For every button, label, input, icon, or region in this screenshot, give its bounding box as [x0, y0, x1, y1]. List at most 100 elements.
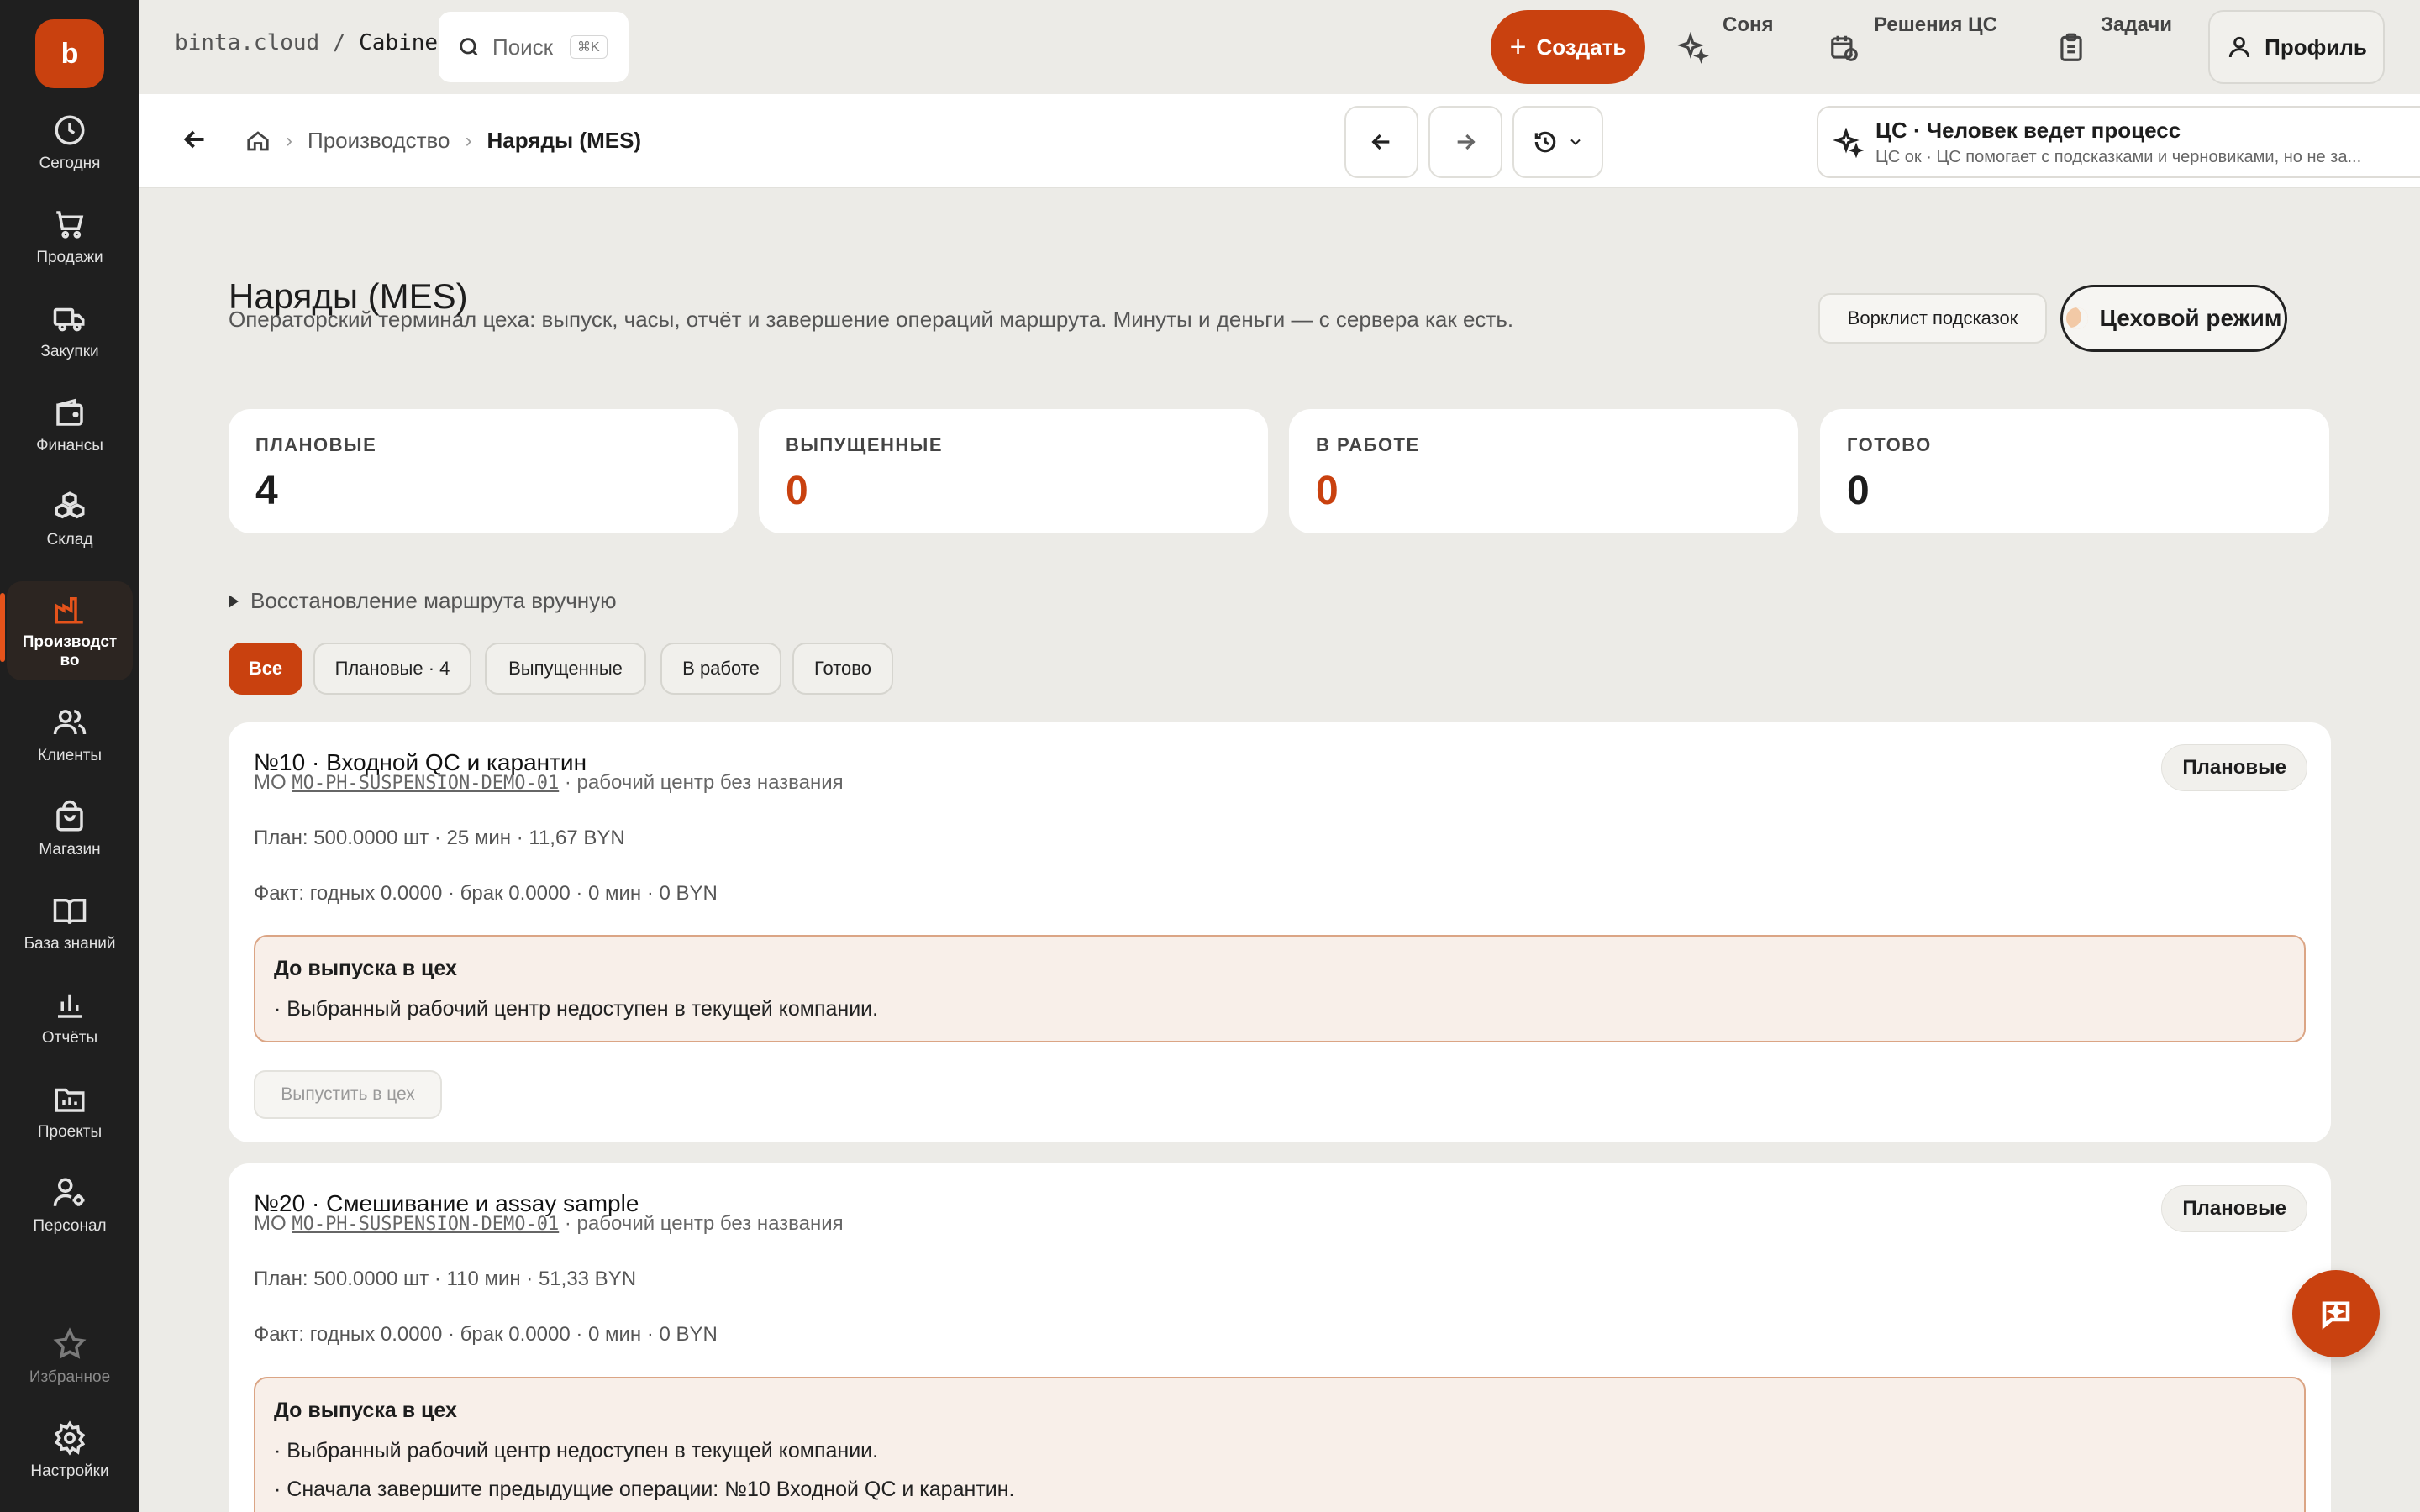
sidebar-item-favorites[interactable]: Избранное: [7, 1310, 133, 1403]
sidebar-item-today[interactable]: Сегодня: [7, 97, 133, 189]
sidebar-item-shop[interactable]: Магазин: [7, 783, 133, 875]
chat-sparkle-icon: [2322, 1301, 2350, 1330]
history-forward-button[interactable]: [1428, 106, 1502, 178]
chevron-down-icon: [1570, 139, 1581, 145]
sidebar-item-reports[interactable]: Отчёты: [7, 971, 133, 1063]
shop-mode-button[interactable]: Цеховой режим: [2060, 285, 2287, 352]
home-icon[interactable]: [245, 129, 271, 154]
shop-mode-label: Цеховой режим: [2099, 305, 2282, 331]
sidebar-item-label: Продажи: [36, 249, 103, 266]
history-back-button[interactable]: [1344, 106, 1418, 178]
stat-label: В РАБОТЕ: [1316, 434, 1420, 455]
breadcrumb-production[interactable]: Производство: [308, 128, 450, 154]
cs-decisions-link[interactable]: Решения ЦС: [1828, 10, 2030, 84]
sidebar-item-label: База знаний: [24, 935, 116, 953]
boxes-icon: [55, 491, 85, 519]
page-description: Операторский терминал цеха: выпуск, часы…: [229, 307, 1514, 332]
sidebar: b Сегодня Продажи Закупки Финансы Склад …: [0, 0, 139, 1512]
filter-done[interactable]: Готово: [792, 643, 893, 695]
stat-value: 0: [786, 469, 808, 513]
stat-value: 0: [1316, 469, 1339, 513]
book-icon: [53, 899, 87, 925]
filter-released[interactable]: Выпущенные: [485, 643, 646, 695]
route-restore-toggle[interactable]: Восстановление маршрута вручную: [229, 588, 617, 614]
work-order-mo: МО MO-PH-SUSPENSION-DEMO-01 · рабочий це…: [254, 771, 844, 794]
bar-chart-icon: [58, 994, 82, 1018]
sidebar-item-label: Закупки: [40, 343, 99, 360]
wallet-icon: [56, 398, 83, 426]
sidebar-item-knowledge[interactable]: База знаний: [7, 877, 133, 969]
search-icon: [460, 38, 478, 56]
arrow-right-icon: [1457, 134, 1476, 150]
chat-assistant-button[interactable]: [2292, 1270, 2380, 1357]
search-shortcut: ⌘K: [570, 35, 608, 59]
work-order-card: №20 · Смешивание и assay sample МО MO-PH…: [229, 1163, 2331, 1512]
status-badge: Плановые: [2161, 744, 2307, 791]
sonya-link[interactable]: Соня: [1677, 10, 1803, 84]
stat-value: 0: [1847, 469, 1870, 513]
mo-link[interactable]: MO-PH-SUSPENSION-DEMO-01: [292, 773, 559, 794]
sidebar-item-warehouse[interactable]: Склад: [7, 473, 133, 565]
user-gear-icon: [53, 1178, 85, 1206]
warning-title: До выпуска в цех: [274, 957, 457, 980]
workspace-separator: /: [319, 30, 360, 55]
sidebar-item-production[interactable]: Производст во: [0, 581, 133, 680]
workspace-name: Cabinet: [359, 30, 451, 55]
profile-label: Профиль: [2265, 34, 2367, 60]
back-button[interactable]: [180, 124, 213, 158]
tasks-label: Задачи: [2101, 13, 2173, 36]
factory-icon: [55, 597, 83, 624]
history-icon: [1534, 131, 1556, 153]
filter-all[interactable]: Все: [229, 643, 302, 695]
stat-value: 4: [255, 469, 278, 513]
workspace-switcher[interactable]: binta.cloud / Cabinet: [175, 30, 451, 55]
status-badge: Плановые: [2161, 1185, 2307, 1232]
sidebar-item-label: Производст во: [22, 633, 118, 669]
filter-planned[interactable]: Плановые · 4: [313, 643, 471, 695]
sidebar-item-label: Магазин: [39, 841, 101, 858]
search-input[interactable]: Поиск ⌘K: [439, 12, 629, 82]
star-icon: [53, 1327, 87, 1359]
bag-icon: [56, 800, 83, 832]
warning-line: · Выбранный рабочий центр недоступен в т…: [274, 1439, 879, 1462]
clock-icon: [55, 115, 85, 145]
folder-icon: [55, 1088, 85, 1112]
history-menu-button[interactable]: [1512, 106, 1603, 178]
arrow-left-icon: [1371, 134, 1390, 150]
sidebar-item-personnel[interactable]: Персонал: [7, 1159, 133, 1252]
stat-label: ПЛАНОВЫЕ: [255, 434, 377, 455]
stat-label: ВЫПУЩЕННЫЕ: [786, 434, 944, 455]
route-restore-label: Восстановление маршрута вручную: [250, 588, 617, 613]
stat-released: ВЫПУЩЕННЫЕ 0: [759, 409, 1268, 533]
gear-icon: [54, 1420, 86, 1456]
sidebar-item-projects[interactable]: Проекты: [7, 1065, 133, 1158]
hint-worklist-button[interactable]: Ворклист подсказок: [1818, 293, 2047, 344]
sidebar-item-clients[interactable]: Клиенты: [7, 689, 133, 781]
filter-in-progress[interactable]: В работе: [660, 643, 781, 695]
work-order-card: №10 · Входной QC и карантин МО MO-PH-SUS…: [229, 722, 2331, 1142]
app-logo[interactable]: b: [35, 19, 104, 88]
create-button-label: Создать: [1536, 34, 1627, 60]
sparkle-icon: [1833, 128, 1864, 158]
work-order-mo: МО MO-PH-SUSPENSION-DEMO-01 · рабочий це…: [254, 1212, 844, 1235]
mo-link[interactable]: MO-PH-SUSPENSION-DEMO-01: [292, 1214, 559, 1235]
sidebar-item-purchases[interactable]: Закупки: [7, 285, 133, 377]
sidebar-item-sales[interactable]: Продажи: [7, 191, 133, 283]
stat-label: ГОТОВО: [1847, 434, 1932, 455]
cart-icon: [56, 211, 84, 239]
warning-line: · Сначала завершите предыдущие операции:…: [274, 1478, 1015, 1501]
sidebar-item-finance[interactable]: Финансы: [7, 379, 133, 471]
create-button[interactable]: + Создать: [1491, 10, 1645, 84]
release-to-shop-button[interactable]: Выпустить в цех: [254, 1070, 442, 1119]
sidebar-item-label: Склад: [46, 531, 93, 549]
warning-line: · Выбранный рабочий центр недоступен в т…: [274, 997, 879, 1021]
work-order-plan: План: 500.0000 шт · 110 мин · 51,33 BYN: [254, 1268, 637, 1290]
tasks-link[interactable]: Задачи: [2055, 10, 2181, 84]
breadcrumb: › Производство › Наряды (MES): [245, 128, 641, 154]
profile-button[interactable]: Профиль: [2208, 10, 2385, 84]
sidebar-item-label: Финансы: [36, 437, 103, 454]
sub-header: › Производство › Наряды (MES) ЦС · Челов…: [139, 94, 2420, 188]
sidebar-item-label: Сегодня: [39, 155, 101, 172]
cs-status-panel[interactable]: ЦС · Человек ведет процесс ЦС ок · ЦС по…: [1817, 106, 2420, 178]
sidebar-item-settings[interactable]: Настройки: [7, 1404, 133, 1497]
